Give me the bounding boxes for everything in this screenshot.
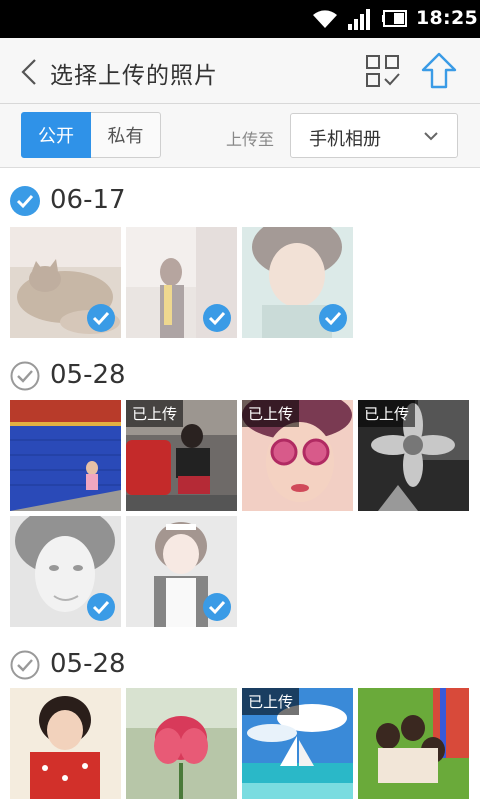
- uploaded-badge: 已上传: [242, 400, 300, 427]
- selected-check-icon: [203, 304, 231, 332]
- section-checked-icon[interactable]: [10, 186, 40, 216]
- tab-public[interactable]: 公开: [21, 112, 91, 158]
- photo-thumbnail[interactable]: 已上传: [358, 400, 469, 511]
- page-title: 选择上传的照片: [50, 63, 218, 89]
- section-date: 06-17: [50, 185, 126, 215]
- section-header: 05-28: [0, 356, 480, 396]
- upload-icon[interactable]: [420, 52, 458, 90]
- photo-thumbnail[interactable]: [126, 227, 237, 338]
- section-date: 05-28: [50, 360, 126, 390]
- status-bar: 18:25: [0, 0, 480, 38]
- battery-icon: [382, 10, 407, 27]
- photo-thumbnail[interactable]: [126, 516, 237, 627]
- photo-thumbnail[interactable]: [126, 688, 237, 799]
- tab-private[interactable]: 私有: [91, 112, 161, 158]
- chevron-down-icon: [424, 132, 438, 141]
- section-date: 05-28: [50, 649, 126, 679]
- album-dropdown-value: 手机相册: [309, 129, 381, 150]
- status-time: 18:25: [416, 7, 478, 29]
- selected-check-icon: [87, 304, 115, 332]
- selected-check-icon: [87, 593, 115, 621]
- photo-thumbnail[interactable]: 已上传: [126, 400, 237, 511]
- photo-thumbnail[interactable]: [10, 688, 121, 799]
- blue-wall-child-photo: [10, 400, 121, 511]
- photo-thumbnail[interactable]: [358, 688, 469, 799]
- selected-check-icon: [203, 593, 231, 621]
- section-header: 05-28: [0, 645, 480, 685]
- upload-to-label: 上传至: [226, 130, 275, 149]
- section-header: 06-17: [0, 181, 480, 221]
- section-unchecked-icon[interactable]: [10, 650, 40, 680]
- wifi-icon: [313, 10, 337, 28]
- pink-flower-photo: [126, 688, 237, 799]
- photo-thumbnail[interactable]: 已上传: [242, 688, 353, 799]
- uploaded-badge: 已上传: [126, 400, 184, 427]
- section-unchecked-icon[interactable]: [10, 361, 40, 391]
- uploaded-badge: 已上传: [242, 688, 300, 715]
- photo-thumbnail[interactable]: [10, 400, 121, 511]
- options-bar: 公开 私有 上传至 手机相册: [0, 104, 480, 168]
- girl-red-dress-photo: [10, 688, 121, 799]
- album-dropdown[interactable]: 手机相册: [290, 113, 458, 158]
- signal-icon: [348, 9, 370, 30]
- photo-thumbnail[interactable]: 已上传: [242, 400, 353, 511]
- photo-thumbnail[interactable]: [242, 227, 353, 338]
- back-icon[interactable]: [20, 58, 38, 86]
- uploaded-badge: 已上传: [358, 400, 416, 427]
- select-all-icon[interactable]: [366, 55, 400, 87]
- title-bar: 选择上传的照片: [0, 38, 480, 104]
- group-grass-photo: [358, 688, 469, 799]
- selected-check-icon: [319, 304, 347, 332]
- photo-thumbnail[interactable]: [10, 516, 121, 627]
- photo-thumbnail[interactable]: [10, 227, 121, 338]
